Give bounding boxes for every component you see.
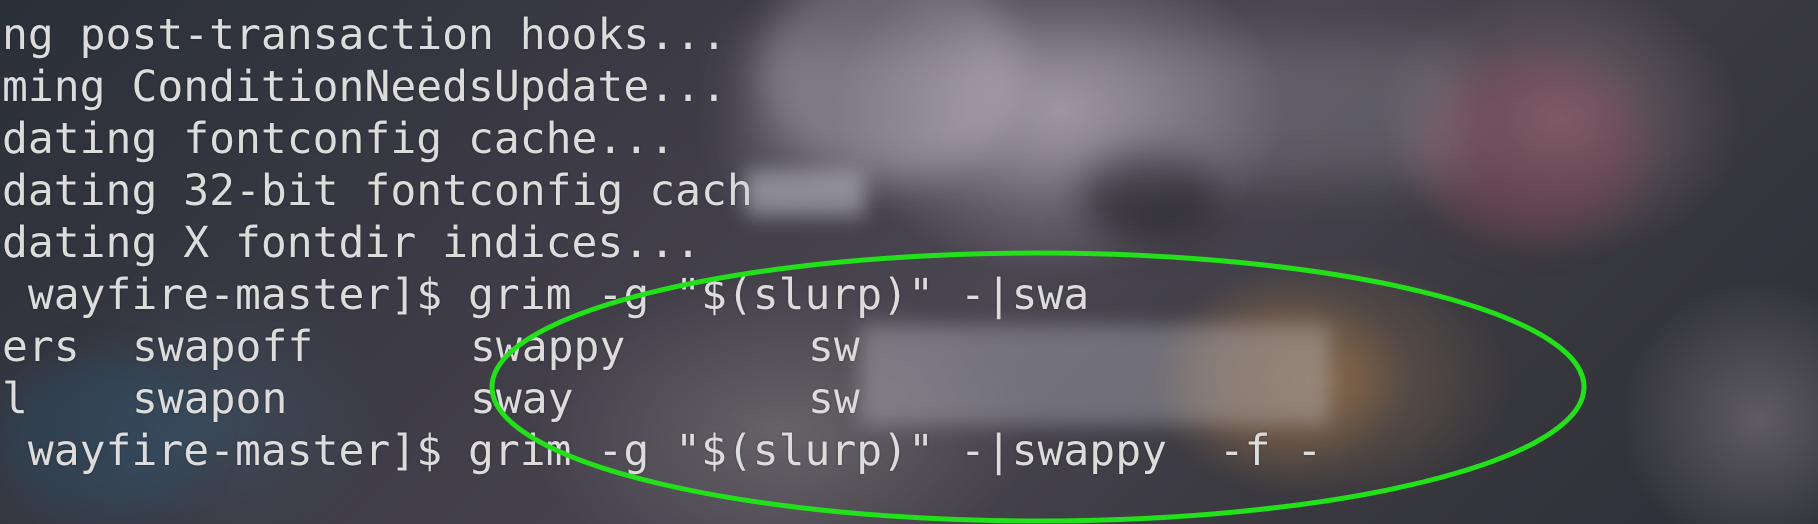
redacted-area xyxy=(740,40,1460,180)
completion-item: sway xyxy=(470,374,574,424)
command-line[interactable]: wayfire-master]$ grim -g "$(slurp)" -|sw… xyxy=(2,425,1322,477)
terminal-window[interactable]: ng post-transaction hooks... ming Conditi… xyxy=(0,0,1818,524)
completion-item: swapon xyxy=(132,374,288,424)
completion-item: sw xyxy=(808,374,860,424)
completion-item: swappy xyxy=(470,322,626,372)
completion-item: swapoff xyxy=(132,322,314,372)
completion-item: ers xyxy=(2,322,80,372)
completion-item: l xyxy=(2,374,28,424)
output-line: dating X fontdir indices... xyxy=(2,218,701,268)
redacted-area xyxy=(860,325,1330,425)
completion-item: sw xyxy=(808,322,860,372)
prompt-line: wayfire-master]$ grim -g "$(slurp)" -|sw… xyxy=(2,270,1090,320)
